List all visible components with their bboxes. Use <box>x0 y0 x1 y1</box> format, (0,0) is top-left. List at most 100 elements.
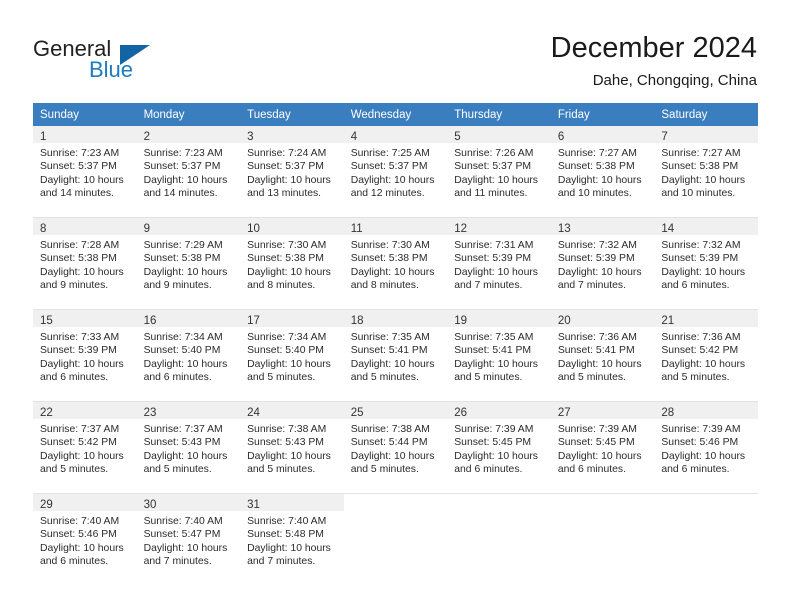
daylight-text-line1: Daylight: 10 hours <box>247 542 331 554</box>
day-number-bar: 22 <box>33 402 137 419</box>
calendar-day-cell[interactable]: 2 Sunrise: 7:23 AM Sunset: 5:37 PM Daylight… <box>136 126 241 218</box>
day-number: 27 <box>557 407 571 419</box>
sunrise-text: Sunrise: 7:35 AM <box>350 332 430 343</box>
calendar-day-cell[interactable]: 16 Sunrise: 7:34 AM Sunset: 5:40 PM Dayligh… <box>136 309 241 402</box>
day-info: Sunrise: 7:33 AM Sunset: 5:39 PM Daylight:… <box>33 327 137 385</box>
calendar-day-cell[interactable]: 18 Sunrise: 7:35 AM Sunset: 5:41 PM Dayligh… <box>343 309 448 402</box>
daylight-text-line2: and 12 minutes. <box>350 188 425 200</box>
daylight-text-line1: Daylight: 10 hours <box>40 358 124 370</box>
day-info: Sunrise: 7:39 AM Sunset: 5:45 PM Daylight:… <box>551 419 655 477</box>
day-info <box>447 511 551 515</box>
daylight-text-line2: and 7 minutes. <box>557 280 626 292</box>
day-number: 26 <box>454 407 468 419</box>
sunset-text: Sunset: 5:38 PM <box>143 253 221 265</box>
calendar-day-cell[interactable]: 28 Sunrise: 7:39 AM Sunset: 5:46 PM Dayligh… <box>654 401 758 494</box>
sunrise-text: Sunrise: 7:40 AM <box>40 516 120 527</box>
calendar-day-cell[interactable]: 25 Sunrise: 7:38 AM Sunset: 5:44 PM Dayligh… <box>343 401 448 494</box>
day-number-bar: 21 <box>654 310 758 327</box>
daylight-text-line2: and 6 minutes. <box>143 372 212 384</box>
calendar-day-cell[interactable]: 29 Sunrise: 7:40 AM Sunset: 5:46 PM Dayligh… <box>33 493 137 585</box>
day-number-bar: 9 <box>136 218 241 235</box>
calendar-day-cell[interactable]: 23 Sunrise: 7:37 AM Sunset: 5:43 PM Dayligh… <box>136 401 241 494</box>
calendar-day-cell[interactable]: 22 Sunrise: 7:37 AM Sunset: 5:42 PM Dayligh… <box>33 401 137 494</box>
calendar-day-cell[interactable]: 8 Sunrise: 7:28 AM Sunset: 5:38 PM Daylight… <box>33 217 137 310</box>
calendar-day-cell[interactable]: 19 Sunrise: 7:35 AM Sunset: 5:41 PM Dayligh… <box>447 309 551 402</box>
calendar-day-cell[interactable]: 13 Sunrise: 7:32 AM Sunset: 5:39 PM Dayligh… <box>550 217 655 310</box>
calendar-day-cell[interactable]: 11 Sunrise: 7:30 AM Sunset: 5:38 PM Dayligh… <box>343 217 448 310</box>
sunset-text: Sunset: 5:41 PM <box>557 345 635 357</box>
calendar-day-cell[interactable]: 26 Sunrise: 7:39 AM Sunset: 5:45 PM Dayligh… <box>447 401 551 494</box>
calendar-day-cell[interactable]: 14 Sunrise: 7:32 AM Sunset: 5:39 PM Dayligh… <box>654 217 758 310</box>
calendar-day-cell[interactable]: 10 Sunrise: 7:30 AM Sunset: 5:38 PM Dayligh… <box>240 217 344 310</box>
daylight-text-line1: Daylight: 10 hours <box>661 358 746 370</box>
calendar-header-row: Sunday Monday Tuesday Wednesday Thursday… <box>33 103 758 126</box>
day-info: Sunrise: 7:39 AM Sunset: 5:45 PM Daylight:… <box>447 419 551 477</box>
sunset-text: Sunset: 5:37 PM <box>454 161 532 173</box>
calendar-day-cell[interactable]: 30 Sunrise: 7:40 AM Sunset: 5:47 PM Dayligh… <box>136 493 241 585</box>
calendar-day-cell[interactable]: 1 Sunrise: 7:23 AM Sunset: 5:37 PM Daylight… <box>33 126 137 218</box>
daylight-text-line2: and 10 minutes. <box>661 188 736 200</box>
day-cell-inner <box>550 494 655 585</box>
calendar-week-row: 29 Sunrise: 7:40 AM Sunset: 5:46 PM Dayligh… <box>33 493 758 585</box>
daylight-text-line2: and 5 minutes. <box>454 372 523 384</box>
daylight-text-line2: and 6 minutes. <box>454 464 523 476</box>
daylight-text-line2: and 7 minutes. <box>143 556 212 568</box>
calendar-day-cell[interactable]: 21 Sunrise: 7:36 AM Sunset: 5:42 PM Dayligh… <box>654 309 758 402</box>
sunrise-text: Sunrise: 7:27 AM <box>661 148 741 159</box>
day-info: Sunrise: 7:36 AM Sunset: 5:42 PM Daylight:… <box>654 327 758 385</box>
day-number: 22 <box>40 407 53 419</box>
calendar-day-cell[interactable]: 5 Sunrise: 7:26 AM Sunset: 5:37 PM Daylight… <box>447 126 551 218</box>
day-number-bar: 5 <box>447 126 551 143</box>
day-number: 14 <box>661 223 675 235</box>
weekday-header-friday: Friday <box>550 103 655 126</box>
day-number-bar: 1 <box>33 126 137 143</box>
sunset-text: Sunset: 5:37 PM <box>143 161 221 173</box>
daylight-text-line1: Daylight: 10 hours <box>557 358 642 370</box>
daylight-text-line1: Daylight: 10 hours <box>247 266 331 278</box>
calendar-day-cell[interactable]: 27 Sunrise: 7:39 AM Sunset: 5:45 PM Dayligh… <box>550 401 655 494</box>
sunrise-text: Sunrise: 7:37 AM <box>40 424 120 435</box>
sunset-text: Sunset: 5:40 PM <box>143 345 221 357</box>
sunset-text: Sunset: 5:39 PM <box>454 253 532 265</box>
calendar-day-cell[interactable]: 7 Sunrise: 7:27 AM Sunset: 5:38 PM Daylight… <box>654 126 758 218</box>
day-cell-inner: 15 Sunrise: 7:33 AM Sunset: 5:39 PM Dayligh… <box>33 310 137 401</box>
page-header: General Blue December 2024 Dahe, Chongqi… <box>0 0 792 100</box>
calendar-day-cell[interactable]: 20 Sunrise: 7:36 AM Sunset: 5:41 PM Dayligh… <box>550 309 655 402</box>
calendar-day-cell[interactable]: 4 Sunrise: 7:25 AM Sunset: 5:37 PM Daylight… <box>343 126 448 218</box>
calendar-day-cell[interactable]: 31 Sunrise: 7:40 AM Sunset: 5:48 PM Dayligh… <box>240 493 344 585</box>
day-number: 25 <box>350 407 364 419</box>
daylight-text-line2: and 14 minutes. <box>143 188 218 200</box>
day-info <box>654 511 758 515</box>
day-cell-inner <box>447 494 551 585</box>
sunrise-text: Sunrise: 7:37 AM <box>143 424 223 435</box>
calendar-day-cell[interactable]: 3 Sunrise: 7:24 AM Sunset: 5:37 PM Daylight… <box>240 126 344 218</box>
weekday-header-wednesday: Wednesday <box>343 103 448 126</box>
calendar-day-cell[interactable]: 24 Sunrise: 7:38 AM Sunset: 5:43 PM Dayligh… <box>240 401 344 494</box>
day-info: Sunrise: 7:34 AM Sunset: 5:40 PM Daylight:… <box>137 327 241 385</box>
daylight-text-line2: and 5 minutes. <box>143 464 212 476</box>
day-info: Sunrise: 7:27 AM Sunset: 5:38 PM Daylight:… <box>654 143 758 201</box>
day-number-bar: 15 <box>33 310 137 327</box>
sunset-text: Sunset: 5:45 PM <box>557 437 635 449</box>
day-info: Sunrise: 7:28 AM Sunset: 5:38 PM Daylight:… <box>33 235 137 293</box>
brand-logo[interactable]: General Blue <box>33 36 233 86</box>
day-cell-inner: 7 Sunrise: 7:27 AM Sunset: 5:38 PM Daylight… <box>654 126 758 217</box>
calendar-day-cell[interactable]: 17 Sunrise: 7:34 AM Sunset: 5:40 PM Dayligh… <box>240 309 344 402</box>
day-number: 19 <box>454 315 468 327</box>
calendar-day-cell[interactable]: 6 Sunrise: 7:27 AM Sunset: 5:38 PM Daylight… <box>550 126 655 218</box>
sunset-text: Sunset: 5:37 PM <box>247 161 324 173</box>
calendar-day-cell[interactable]: 9 Sunrise: 7:29 AM Sunset: 5:38 PM Daylight… <box>136 217 241 310</box>
day-number-bar: 4 <box>343 126 448 143</box>
sunrise-text: Sunrise: 7:38 AM <box>350 424 430 435</box>
calendar-day-cell[interactable]: 12 Sunrise: 7:31 AM Sunset: 5:39 PM Dayligh… <box>447 217 551 310</box>
calendar-week-row: 1 Sunrise: 7:23 AM Sunset: 5:37 PM Daylight… <box>33 126 758 218</box>
daylight-text-line1: Daylight: 10 hours <box>40 450 124 462</box>
daylight-text-line2: and 7 minutes. <box>247 556 316 568</box>
day-number-bar: 3 <box>240 126 344 143</box>
daylight-text-line2: and 13 minutes. <box>247 188 322 200</box>
sunset-text: Sunset: 5:48 PM <box>247 529 324 541</box>
sunrise-text: Sunrise: 7:32 AM <box>661 240 741 251</box>
calendar-day-cell[interactable]: 15 Sunrise: 7:33 AM Sunset: 5:39 PM Dayligh… <box>33 309 137 402</box>
day-number-bar: 7 <box>654 126 758 143</box>
daylight-text-line2: and 5 minutes. <box>557 372 626 384</box>
